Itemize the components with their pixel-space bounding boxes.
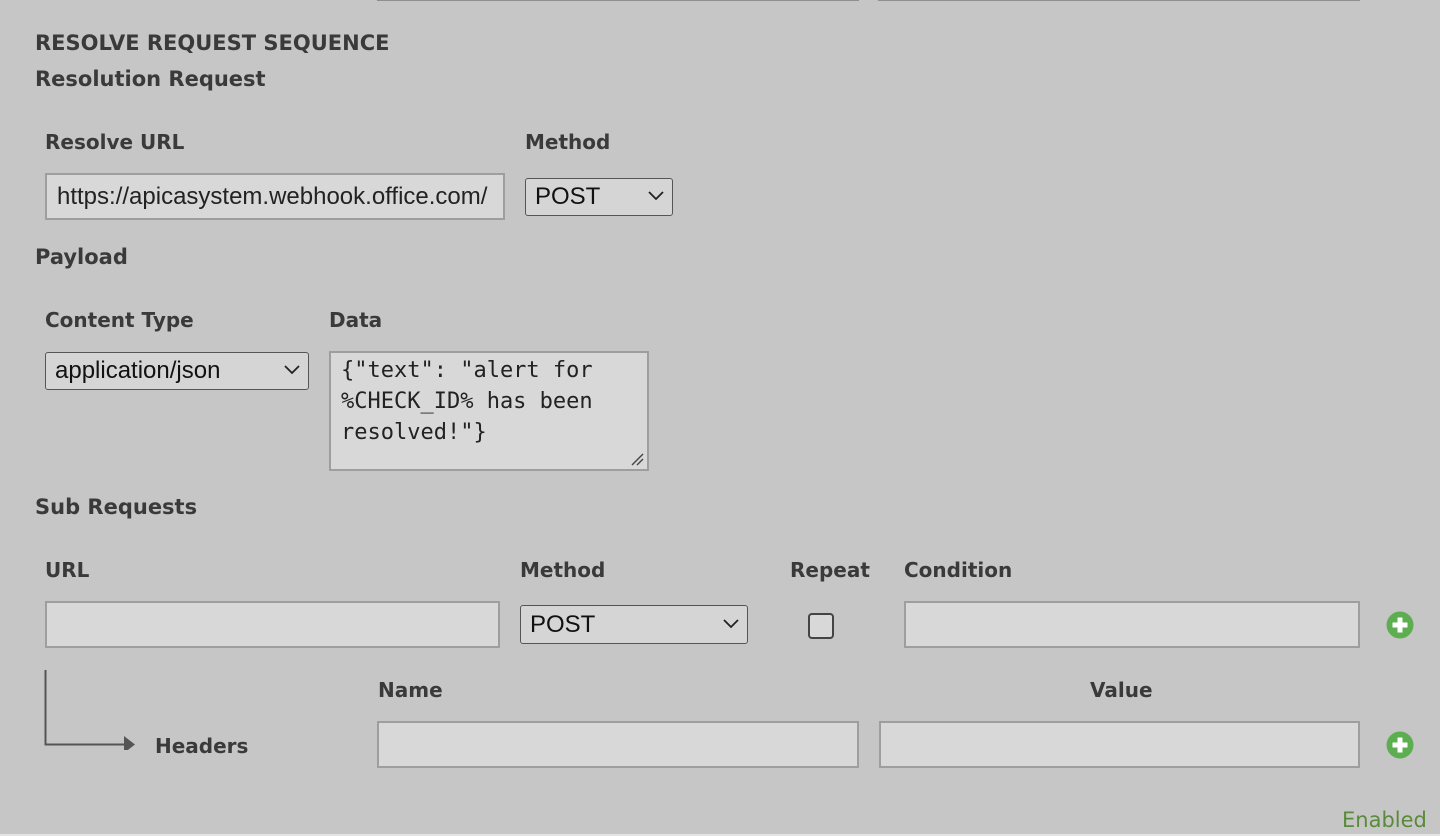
- headers-connector-arrow-icon: [44, 670, 135, 750]
- prev-field-bottom-left: [377, 0, 859, 1]
- resolve-url-input[interactable]: [45, 173, 505, 220]
- sub-url-input[interactable]: [45, 601, 500, 648]
- prev-field-bottom-right: [878, 0, 1360, 1]
- sub-method-value: POST: [530, 610, 596, 638]
- sub-method-label: Method: [520, 558, 606, 582]
- resolve-method-label: Method: [525, 130, 611, 154]
- resolve-method-select[interactable]: POST: [525, 178, 673, 216]
- repeat-label: Repeat: [790, 558, 870, 582]
- condition-input[interactable]: [904, 601, 1360, 648]
- chevron-down-icon: [284, 365, 300, 375]
- content-type-select[interactable]: application/json: [45, 352, 309, 390]
- add-sub-request-icon[interactable]: [1386, 611, 1414, 639]
- content-type-value: application/json: [55, 357, 221, 384]
- header-name-input[interactable]: [377, 721, 859, 768]
- add-header-icon[interactable]: [1386, 731, 1414, 759]
- resolve-method-value: POST: [535, 183, 601, 210]
- section-subtitle: Resolution Request: [35, 67, 266, 91]
- resize-handle-icon[interactable]: [630, 452, 644, 466]
- sub-requests-title: Sub Requests: [35, 495, 198, 519]
- chevron-down-icon: [648, 191, 664, 201]
- data-textarea[interactable]: {"text": "alert for %CHECK_ID% has been …: [329, 351, 649, 471]
- section-title: RESOLVE REQUEST SEQUENCE: [35, 31, 390, 55]
- header-value-input[interactable]: [879, 721, 1360, 768]
- sub-url-label: URL: [45, 558, 90, 582]
- sub-method-select[interactable]: POST: [520, 605, 748, 644]
- data-label: Data: [329, 308, 383, 332]
- resolve-url-label: Resolve URL: [45, 130, 185, 154]
- header-name-label: Name: [378, 678, 443, 702]
- content-type-label: Content Type: [45, 308, 194, 332]
- condition-label: Condition: [904, 558, 1013, 582]
- payload-title: Payload: [35, 245, 128, 269]
- headers-label: Headers: [155, 734, 249, 758]
- enabled-status: Enabled: [1342, 808, 1427, 832]
- chevron-down-icon: [723, 618, 739, 628]
- repeat-checkbox[interactable]: [808, 613, 834, 639]
- header-value-label: Value: [1090, 678, 1153, 702]
